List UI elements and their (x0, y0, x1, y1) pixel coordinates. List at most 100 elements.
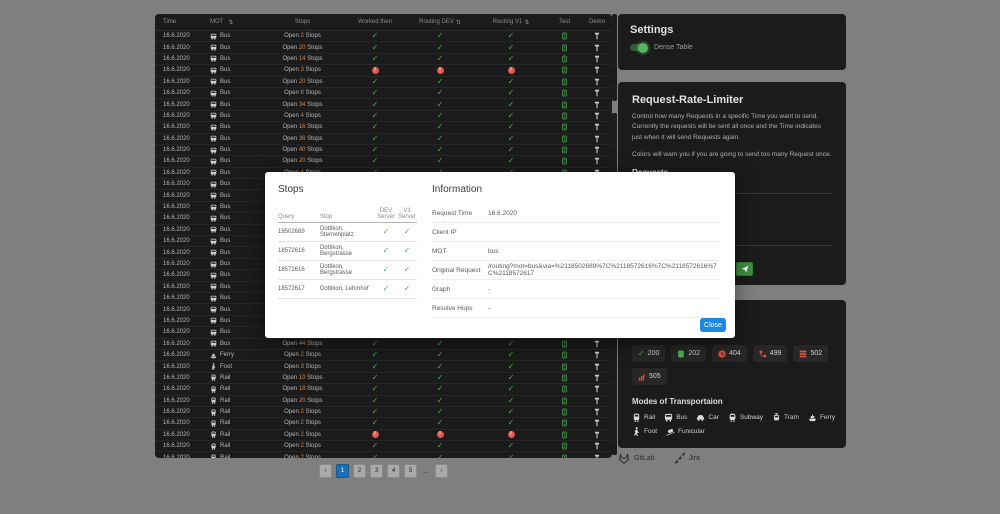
test-icon[interactable] (561, 78, 568, 86)
stops-link[interactable]: Open 40 Stops (260, 147, 345, 153)
demo-hammer-icon[interactable] (593, 374, 601, 382)
stops-link[interactable]: Open 44 Stops (260, 341, 345, 347)
stops-link[interactable]: Open 20 Stops (260, 79, 345, 85)
status-chip-202[interactable]: 202 (671, 345, 706, 362)
test-icon[interactable] (561, 135, 568, 143)
demo-cell[interactable] (582, 101, 612, 109)
test-icon[interactable] (561, 146, 568, 154)
mode-item-car[interactable]: Car (696, 413, 718, 422)
mode-item-subway[interactable]: Subway (728, 413, 763, 422)
test-cell[interactable] (547, 363, 582, 371)
test-cell[interactable] (547, 397, 582, 405)
test-icon[interactable] (561, 123, 568, 131)
test-cell[interactable] (547, 454, 582, 458)
pagination-prev-button[interactable]: ‹ (319, 464, 332, 478)
stops-link[interactable]: Open 8 Stops (260, 90, 345, 96)
test-cell[interactable] (547, 157, 582, 165)
demo-cell[interactable] (582, 157, 612, 165)
demo-hammer-icon[interactable] (593, 44, 601, 52)
stops-link[interactable]: Open 2 Stops (260, 443, 345, 449)
demo-cell[interactable] (582, 146, 612, 154)
demo-hammer-icon[interactable] (593, 32, 601, 40)
test-cell[interactable] (547, 89, 582, 97)
demo-hammer-icon[interactable] (593, 123, 601, 131)
demo-cell[interactable] (582, 32, 612, 40)
demo-hammer-icon[interactable] (593, 112, 601, 120)
test-icon[interactable] (561, 454, 568, 458)
stops-link[interactable]: Open 14 Stops (260, 56, 345, 62)
stops-link[interactable]: Open 18 Stops (260, 386, 345, 392)
test-icon[interactable] (561, 419, 568, 427)
test-cell[interactable] (547, 431, 582, 439)
demo-hammer-icon[interactable] (593, 55, 601, 63)
test-cell[interactable] (547, 66, 582, 74)
demo-hammer-icon[interactable] (593, 157, 601, 165)
test-cell[interactable] (547, 385, 582, 393)
demo-hammer-icon[interactable] (593, 66, 601, 74)
mode-item-rail[interactable]: Rail (632, 413, 655, 422)
demo-cell[interactable] (582, 135, 612, 143)
stops-link[interactable]: Open 3 Stops (260, 364, 345, 370)
demo-hammer-icon[interactable] (593, 89, 601, 97)
test-icon[interactable] (561, 32, 568, 40)
stops-link[interactable]: Open 16 Stops (260, 124, 345, 130)
stops-link[interactable]: Open 20 Stops (260, 398, 345, 404)
test-icon[interactable] (561, 431, 568, 439)
demo-cell[interactable] (582, 78, 612, 86)
stops-link[interactable]: Open 2 Stops (260, 33, 345, 39)
pagination-page-1[interactable]: 1 (336, 464, 349, 478)
sort-icon[interactable]: ⇅ (228, 19, 233, 26)
demo-hammer-icon[interactable] (593, 135, 601, 143)
stops-link[interactable]: Open 2 Stops (260, 409, 345, 415)
demo-cell[interactable] (582, 442, 612, 450)
footer-link-jira[interactable]: Jira (673, 452, 700, 464)
pagination-page-4[interactable]: 4 (387, 464, 400, 478)
stops-link[interactable]: Open 10 Stops (260, 375, 345, 381)
test-cell[interactable] (547, 442, 582, 450)
test-icon[interactable] (561, 89, 568, 97)
test-cell[interactable] (547, 44, 582, 52)
test-icon[interactable] (561, 363, 568, 371)
demo-cell[interactable] (582, 89, 612, 97)
demo-hammer-icon[interactable] (593, 340, 601, 348)
test-icon[interactable] (561, 112, 568, 120)
demo-cell[interactable] (582, 431, 612, 439)
demo-hammer-icon[interactable] (593, 78, 601, 86)
test-icon[interactable] (561, 66, 568, 74)
close-button[interactable]: Close (700, 318, 726, 332)
mode-item-tram[interactable]: Tram (772, 413, 799, 422)
pagination-page-5[interactable]: 5 (404, 464, 417, 478)
test-icon[interactable] (561, 385, 568, 393)
status-chip-505[interactable]: 505 (632, 368, 667, 385)
mode-item-foot[interactable]: Foot (632, 427, 657, 436)
mode-item-funicular[interactable]: Funicular (666, 427, 705, 436)
col-header-routing-dev[interactable]: Routing DEV⇅ (405, 19, 475, 26)
col-header-mot[interactable]: MOT⇅ (205, 19, 260, 26)
stops-link[interactable]: Open 3 Stops (260, 67, 345, 73)
test-cell[interactable] (547, 123, 582, 131)
test-icon[interactable] (561, 408, 568, 416)
pagination-page-2[interactable]: 2 (353, 464, 366, 478)
test-cell[interactable] (547, 408, 582, 416)
test-icon[interactable] (561, 101, 568, 109)
demo-cell[interactable] (582, 55, 612, 63)
stops-link[interactable]: Open 2 Stops (260, 420, 345, 426)
test-cell[interactable] (547, 135, 582, 143)
test-icon[interactable] (561, 351, 568, 359)
stops-link[interactable]: Open 36 Stops (260, 136, 345, 142)
sort-icon[interactable]: ⇅ (524, 19, 529, 26)
demo-cell[interactable] (582, 397, 612, 405)
test-icon[interactable] (561, 442, 568, 450)
demo-hammer-icon[interactable] (593, 454, 601, 458)
demo-cell[interactable] (582, 385, 612, 393)
test-cell[interactable] (547, 101, 582, 109)
demo-hammer-icon[interactable] (593, 442, 601, 450)
demo-cell[interactable] (582, 112, 612, 120)
test-cell[interactable] (547, 32, 582, 40)
demo-hammer-icon[interactable] (593, 408, 601, 416)
status-chip-404[interactable]: 404 (712, 345, 747, 362)
demo-cell[interactable] (582, 363, 612, 371)
scrollbar-track-top[interactable] (612, 14, 617, 101)
test-icon[interactable] (561, 340, 568, 348)
demo-cell[interactable] (582, 66, 612, 74)
